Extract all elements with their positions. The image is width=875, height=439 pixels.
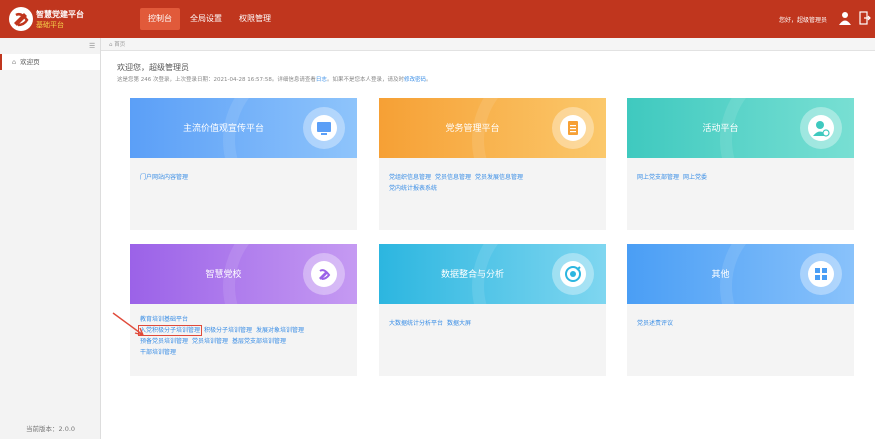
brand-title: 智慧党建平台 xyxy=(36,10,84,19)
card-title[interactable]: 数据整合与分析 xyxy=(379,267,566,280)
monitor-icon xyxy=(303,107,345,149)
home-icon: ⌂ xyxy=(12,58,17,66)
link-online-committee[interactable]: 网上党委 xyxy=(683,174,707,181)
link-branch-training[interactable]: 基层党支部培训管理 xyxy=(232,338,286,345)
top-bar: 智慧党建平台 基础平台 控制台 全局设置 权限管理 您好，超级管理员 xyxy=(0,0,875,38)
welcome-text-end: 。 xyxy=(425,77,432,83)
sidebar: ☰ ⌂ 欢迎页 当前版本：2.0.0 xyxy=(0,38,101,439)
party-logo-icon xyxy=(9,7,33,31)
card-title[interactable]: 主流价值观宣传平台 xyxy=(130,121,317,134)
breadcrumb-home[interactable]: 首页 xyxy=(114,42,125,48)
change-password-link[interactable]: 修改密码 xyxy=(404,77,426,83)
card-links: 网上党支部管理 网上党委 xyxy=(637,172,847,183)
menu-toggle-icon[interactable]: ☰ xyxy=(89,42,95,50)
sidebar-item-label: 欢迎页 xyxy=(20,58,40,66)
card-header[interactable]: 主流价值观宣传平台 xyxy=(130,98,357,158)
card-links: 门户网站内容管理 xyxy=(140,172,350,183)
link-member-evaluation[interactable]: 党员述责评议 xyxy=(637,320,673,327)
party-emblem-icon xyxy=(303,253,345,295)
welcome-title: 欢迎您，超级管理员 xyxy=(117,63,189,72)
link-data-screen[interactable]: 数据大屏 xyxy=(447,320,471,327)
brand-subtitle: 基础平台 xyxy=(36,21,64,29)
link-statistics-report[interactable]: 党内统计报表系统 xyxy=(389,185,437,192)
sidebar-item-welcome[interactable]: ⌂ 欢迎页 xyxy=(0,54,100,70)
card-links: 大数据统计分析平台 数据大屏 xyxy=(389,318,599,329)
card-header[interactable]: 数据整合与分析 xyxy=(379,244,606,304)
card-title[interactable]: 活动平台 xyxy=(627,121,814,134)
card-value-promotion: 主流价值观宣传平台 门户网站内容管理 xyxy=(130,98,357,230)
link-candidate-training[interactable]: 发展对象培训管理 xyxy=(256,327,304,334)
version-text: 当前版本：2.0.0 xyxy=(26,425,76,433)
link-activist-training[interactable]: 积极分子培训管理 xyxy=(204,327,252,334)
card-data-analysis: 数据整合与分析 大数据统计分析平台 数据大屏 xyxy=(379,244,606,376)
card-title[interactable]: 党务管理平台 xyxy=(379,121,566,134)
breadcrumb-bar: ⌂ 首页 xyxy=(101,38,875,51)
card-title[interactable]: 智慧党校 xyxy=(130,267,317,280)
card-header[interactable]: 其他 xyxy=(627,244,854,304)
card-links: 教育培训基础平台 入党积极分子培训管理 积极分子培训管理 发展对象培训管理 预备党员… xyxy=(137,314,350,358)
card-other: 其他 党员述责评议 xyxy=(627,244,854,376)
link-online-branch[interactable]: 网上党支部管理 xyxy=(637,174,679,181)
link-member-info[interactable]: 党员信息管理 xyxy=(435,174,471,181)
card-party-affairs: 党务管理平台 党组织信息管理 党员信息管理 党员发展信息管理 党内统计报表系统 xyxy=(379,98,606,230)
user-greeting[interactable]: 您好，超级管理员 xyxy=(779,15,827,24)
welcome-text-mid: 。如果不是您本人登录，请及时 xyxy=(326,77,404,83)
clipboard-icon xyxy=(552,107,594,149)
link-org-info[interactable]: 党组织信息管理 xyxy=(389,174,431,181)
welcome-subtitle: 这是您第 246 次登录，上次登录日期：2021-04-28 16:57:58。… xyxy=(117,75,431,83)
card-title[interactable]: 其他 xyxy=(627,267,814,280)
card-party-school: 智慧党校 教育培训基础平台 入党积极分子培训管理 积极分子培训管理 发展对象培训管理… xyxy=(130,244,357,376)
user-icon[interactable] xyxy=(839,11,851,25)
link-bigdata-analysis[interactable]: 大数据统计分析平台 xyxy=(389,320,443,327)
card-links: 党组织信息管理 党员信息管理 党员发展信息管理 党内统计报表系统 xyxy=(389,172,599,194)
welcome-text: 这是您第 246 次登录，上次登录日期：2021-04-28 16:57:58。… xyxy=(117,77,316,83)
link-portal-content[interactable]: 门户网站内容管理 xyxy=(140,174,188,181)
link-cadre-training[interactable]: 干部培训管理 xyxy=(140,349,176,356)
link-member-training[interactable]: 党员培训管理 xyxy=(192,338,228,345)
card-header[interactable]: 党务管理平台 xyxy=(379,98,606,158)
user-badge-icon xyxy=(800,107,842,149)
nav-global-settings[interactable]: 全局设置 xyxy=(182,8,230,30)
log-link[interactable]: 日志 xyxy=(316,77,327,83)
grid-icon xyxy=(800,253,842,295)
logout-icon[interactable] xyxy=(859,11,871,25)
card-activity: 活动平台 网上党支部管理 网上党委 xyxy=(627,98,854,230)
main-content: 欢迎您，超级管理员 这是您第 246 次登录，上次登录日期：2021-04-28… xyxy=(101,51,875,439)
card-links: 党员述责评议 xyxy=(637,318,847,329)
nav-permissions[interactable]: 权限管理 xyxy=(231,8,279,30)
nav-console[interactable]: 控制台 xyxy=(140,8,180,30)
link-member-development[interactable]: 党员发展信息管理 xyxy=(475,174,523,181)
analytics-icon xyxy=(552,253,594,295)
annotation-arrow-icon xyxy=(112,312,144,336)
card-header[interactable]: 活动平台 xyxy=(627,98,854,158)
card-header[interactable]: 智慧党校 xyxy=(130,244,357,304)
breadcrumb[interactable]: ⌂ 首页 xyxy=(109,40,125,48)
